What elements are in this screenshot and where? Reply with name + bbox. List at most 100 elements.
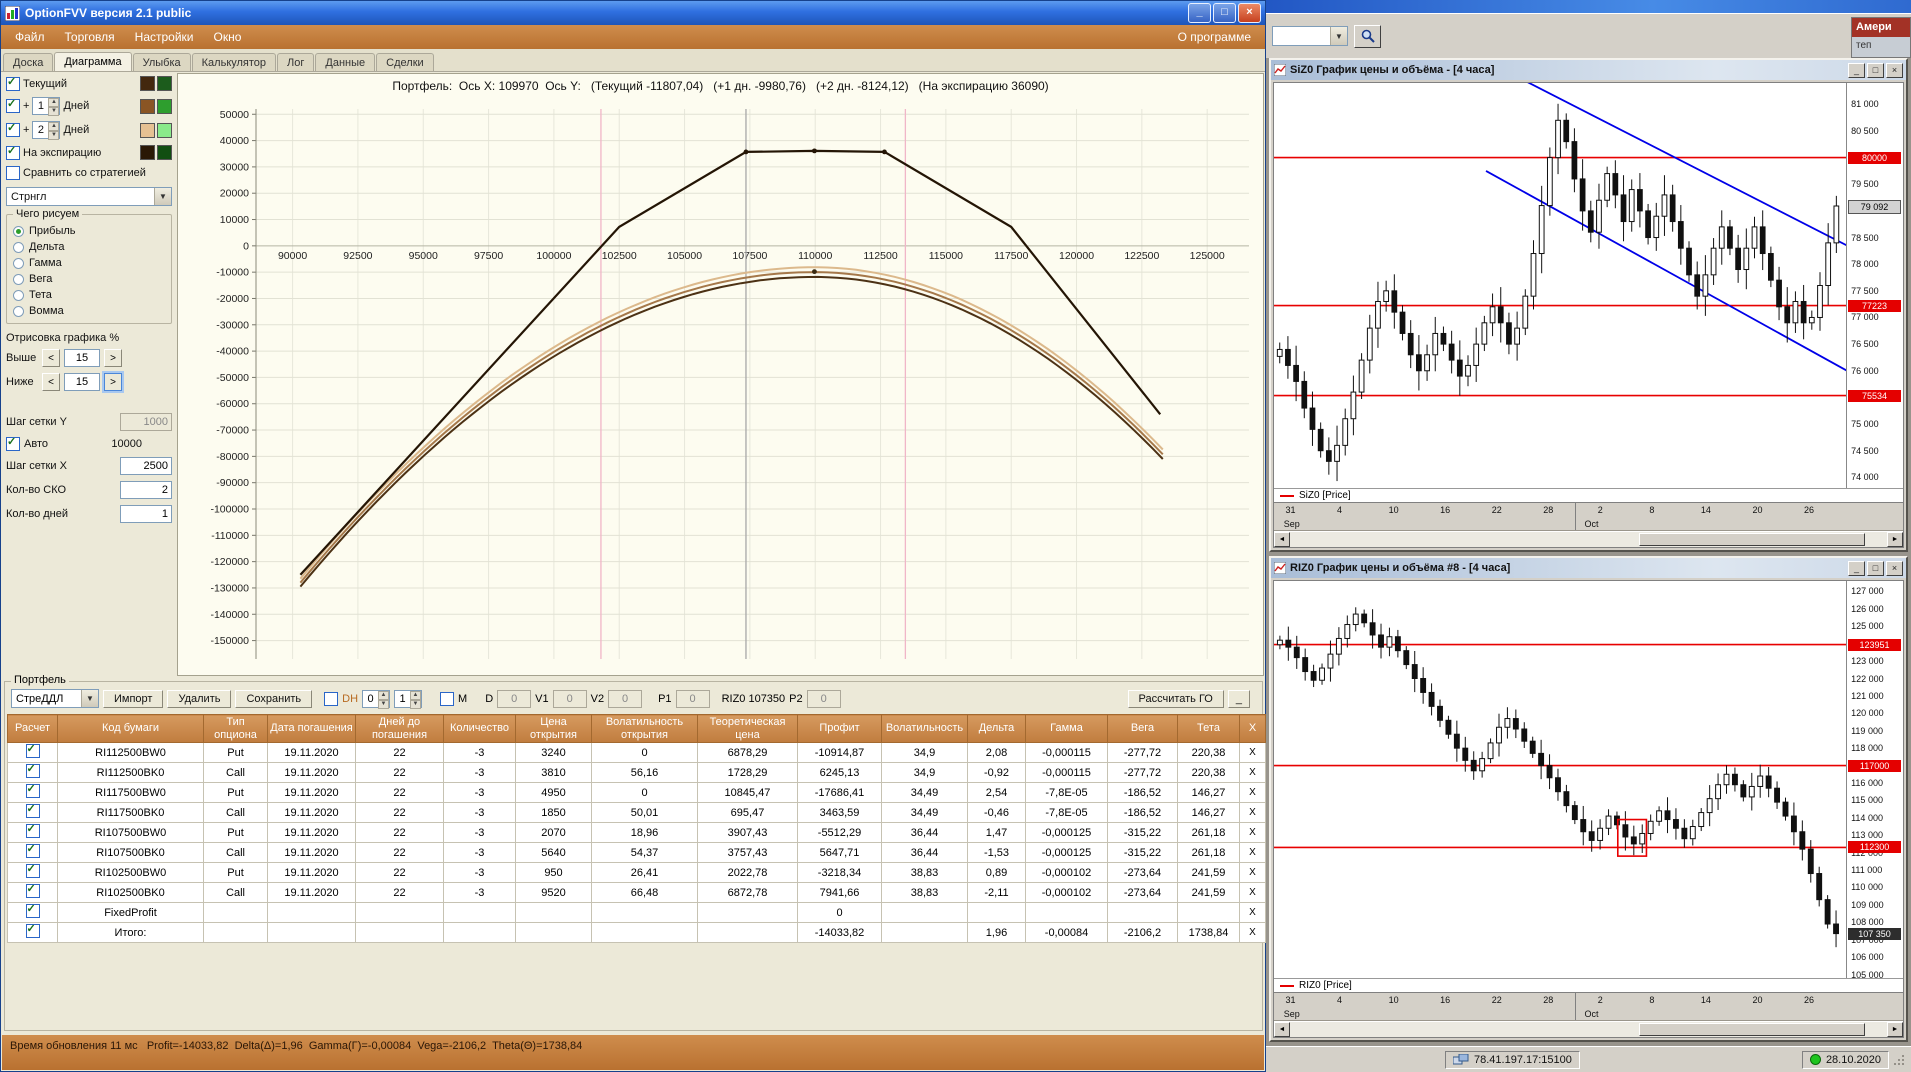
minimize-button[interactable]: _ [1848, 62, 1865, 78]
portfolio-row-FixedProfit[interactable]: FixedProfit 0 X [7, 902, 1266, 924]
resize-grip-icon[interactable] [1893, 1053, 1906, 1066]
row-delete-button[interactable]: X [1239, 802, 1266, 824]
import-button[interactable]: Импорт [103, 689, 164, 708]
row-delete-button[interactable]: X [1239, 822, 1266, 844]
row-select-cell[interactable] [7, 762, 58, 784]
dh-spinner-1[interactable]: 0 ▲ ▼ [362, 689, 391, 709]
radio-row-Вомма[interactable]: Вомма [11, 303, 167, 319]
row-checkbox[interactable] [25, 904, 40, 919]
col-header-Тип опциона[interactable]: Тип опциона [203, 713, 268, 744]
portfolio-row-RI112500BK0[interactable]: RI112500BK0Call19.11.202022-3381056,1617… [7, 762, 1266, 784]
spinner-arrows-icon[interactable]: ▲ ▼ [48, 98, 60, 116]
scroll-right-icon[interactable]: ► [1887, 532, 1903, 547]
siz0-horizontal-scrollbar[interactable]: ◄ ► [1274, 531, 1903, 547]
days-spinner[interactable]: 1 ▲ ▼ [32, 97, 61, 116]
radio-row-Тета[interactable]: Тета [11, 287, 167, 303]
menu-item-Торговля[interactable]: Торговля [55, 28, 125, 46]
portfolio-row-RI107500BW0[interactable]: RI107500BW0Put19.11.202022-3207018,96390… [7, 822, 1266, 844]
portfolio-row-RI107500BK0[interactable]: RI107500BK0Call19.11.202022-3564054,3737… [7, 842, 1266, 864]
titlebar[interactable]: OptionFVV версия 2.1 public _ □ × [1, 1, 1265, 25]
below-decrease-button[interactable]: < [42, 373, 60, 391]
row-select-cell[interactable] [7, 742, 58, 764]
minimize-button[interactable]: _ [1848, 560, 1865, 576]
col-header-Теоретическая цена[interactable]: Теоретическая цена [697, 713, 798, 744]
portfolio-row-Итого:[interactable]: Итого: -14033,82 1,96-0,00084-2106,21738,8… [7, 922, 1266, 944]
menu-about[interactable]: О программе [1178, 30, 1261, 44]
below-increase-button[interactable]: > [104, 373, 122, 391]
portfolio-row-RI117500BK0[interactable]: RI117500BK0Call19.11.202022-3185050,0169… [7, 802, 1266, 824]
row-checkbox[interactable] [25, 824, 40, 839]
tab-Данные[interactable]: Данные [315, 53, 376, 71]
banner-thumbnail[interactable]: Амери теп [1851, 17, 1911, 58]
menu-item-Окно[interactable]: Окно [204, 28, 252, 46]
row-checkbox[interactable] [25, 884, 40, 899]
maximize-button[interactable]: □ [1867, 62, 1884, 78]
portfolio-combo[interactable]: СтреДДЛ ▼ [11, 689, 99, 708]
portfolio-row-RI112500BW0[interactable]: RI112500BW0Put19.11.202022-3324006878,29… [7, 742, 1266, 764]
portfolio-row-RI102500BW0[interactable]: RI102500BW0Put19.11.202022-395026,412022… [7, 862, 1266, 884]
row-delete-button[interactable]: X [1239, 762, 1266, 784]
row-delete-button[interactable]: X [1239, 742, 1266, 764]
siz0-candlestick-chart[interactable] [1274, 83, 1847, 488]
row-select-cell[interactable] [7, 862, 58, 884]
col-header-Тета[interactable]: Тета [1177, 713, 1240, 744]
tab-Сделки[interactable]: Сделки [376, 53, 434, 71]
row-select-cell[interactable] [7, 922, 58, 944]
scroll-right-icon[interactable]: ► [1887, 1022, 1903, 1037]
col-header-Дней до погашения[interactable]: Дней до погашения [355, 713, 444, 744]
payoff-chart[interactable]: 50000400003000020000100000-10000-20000-3… [178, 95, 1263, 675]
col-header-Профит[interactable]: Профит [797, 713, 882, 744]
above-decrease-button[interactable]: < [42, 349, 60, 367]
spinner-arrows-icon[interactable]: ▲ ▼ [410, 690, 422, 709]
save-button[interactable]: Сохранить [235, 689, 313, 708]
row-delete-button[interactable]: X [1239, 842, 1266, 864]
minimize-button[interactable]: _ [1188, 3, 1211, 23]
row-checkbox[interactable] [25, 744, 40, 759]
riz0-titlebar[interactable]: RIZ0 График цены и объёма #8 - [4 часа] … [1271, 558, 1906, 578]
row-checkbox[interactable] [25, 864, 40, 879]
scrollbar-thumb[interactable] [1638, 533, 1866, 546]
compare-checkbox[interactable] [6, 166, 20, 180]
row-checkbox[interactable] [25, 924, 40, 939]
row-delete-button[interactable]: X [1239, 882, 1266, 904]
row-select-cell[interactable] [7, 782, 58, 804]
col-header-Код бумаги[interactable]: Код бумаги [57, 713, 204, 744]
m-checkbox[interactable] [440, 691, 455, 706]
strategy-combo[interactable]: Стрнгл ▼ [6, 187, 172, 206]
collapse-button[interactable]: _ [1227, 689, 1250, 708]
row-checkbox[interactable] [25, 844, 40, 859]
col-header-Волатильность[interactable]: Волатильность [881, 713, 968, 744]
spinner-arrows-icon[interactable]: ▲ ▼ [48, 122, 60, 140]
row-checkbox[interactable] [25, 764, 40, 779]
close-button[interactable]: × [1886, 560, 1903, 576]
radio-row-Гамма[interactable]: Гамма [11, 255, 167, 271]
instrument-combo[interactable]: ▼ [1272, 26, 1348, 46]
col-header-Гамма[interactable]: Гамма [1025, 713, 1108, 744]
siz0-titlebar[interactable]: SiZ0 График цены и объёма - [4 часа] _ □… [1271, 60, 1906, 80]
days-count-input[interactable] [120, 505, 172, 523]
tab-Диаграмма[interactable]: Диаграмма [54, 52, 132, 71]
portfolio-row-RI102500BK0[interactable]: RI102500BK0Call19.11.202022-3952066,4868… [7, 882, 1266, 904]
background-window-titlebar[interactable] [1266, 0, 1911, 13]
col-header-Вега[interactable]: Вега [1107, 713, 1178, 744]
riz0-candlestick-chart[interactable] [1274, 581, 1847, 978]
series-checkbox[interactable] [6, 75, 20, 91]
auto-checkbox[interactable] [6, 435, 20, 451]
search-button[interactable] [1354, 24, 1381, 48]
tab-Улыбка[interactable]: Улыбка [132, 53, 191, 71]
chevron-down-icon[interactable]: ▼ [81, 690, 98, 707]
menu-item-Файл[interactable]: Файл [5, 28, 55, 46]
col-header-Расчет[interactable]: Расчет [7, 713, 58, 744]
maximize-button[interactable]: □ [1867, 560, 1884, 576]
portfolio-row-RI117500BW0[interactable]: RI117500BW0Put19.11.202022-34950010845,4… [7, 782, 1266, 804]
row-checkbox[interactable] [25, 784, 40, 799]
series-checkbox[interactable] [6, 97, 20, 113]
radio-row-Дельта[interactable]: Дельта [11, 239, 167, 255]
col-header-Дельта[interactable]: Дельта [967, 713, 1026, 744]
radio-row-Прибыль[interactable]: Прибыль [11, 223, 167, 239]
col-header-Цена открытия[interactable]: Цена открытия [515, 713, 592, 744]
close-button[interactable]: × [1238, 3, 1261, 23]
calc-go-button[interactable]: Рассчитать ГО [1127, 689, 1224, 708]
row-select-cell[interactable] [7, 902, 58, 924]
spinner-arrows-icon[interactable]: ▲ ▼ [378, 690, 390, 709]
